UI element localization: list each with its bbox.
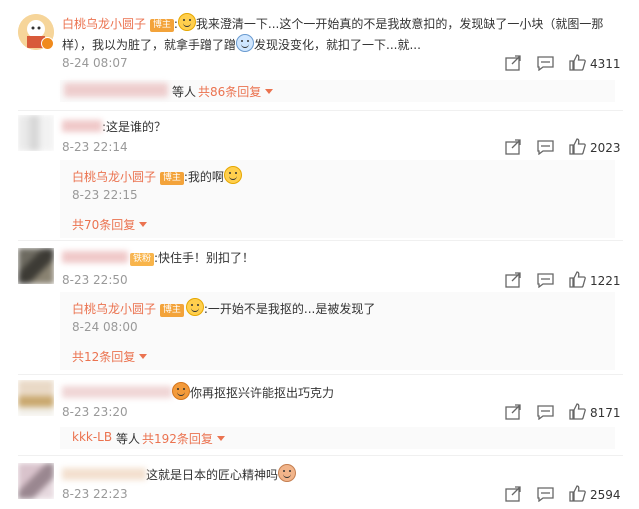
comment-text-line2b: 发现没变化，就扣了一下...就... (254, 38, 421, 52)
vip-icon (41, 37, 54, 50)
comment-date: 8-23 22:50 (62, 273, 128, 287)
replies-link[interactable]: 共70条回复 (72, 216, 148, 233)
comment-date: 8-23 23:20 (62, 405, 128, 419)
avatar (64, 83, 168, 97)
reply-date: 8-23 22:15 (72, 188, 138, 202)
fan-badge: 铁粉 (130, 253, 155, 266)
caret-down-icon (139, 354, 148, 359)
like-icon[interactable] (569, 138, 586, 158)
replies-suffix: 等人 (116, 432, 141, 446)
emoji-icon (236, 34, 255, 52)
comment-text: :快住手！别扣了！ (154, 251, 255, 265)
share-icon[interactable] (505, 272, 522, 291)
avatar[interactable] (18, 380, 54, 416)
like-count: 2594 (590, 488, 621, 502)
reply-date: 8-24 08:00 (72, 320, 138, 334)
comment-icon[interactable] (537, 55, 554, 74)
share-icon[interactable] (505, 404, 522, 423)
reply-body: 白桃乌龙小圆子 博主:我的啊 (72, 166, 242, 186)
like-icon[interactable] (569, 485, 586, 505)
username[interactable] (62, 468, 146, 480)
comment-text: :这是谁的？ (102, 120, 167, 134)
like-count: 4311 (590, 57, 621, 71)
username[interactable] (62, 120, 102, 132)
avatar[interactable] (18, 115, 54, 151)
reply-text: :我的啊 (183, 170, 224, 184)
author-badge: 博主 (159, 172, 184, 185)
share-icon[interactable] (505, 486, 522, 505)
replies-summary: 等人 共86条回复 (60, 80, 615, 102)
replies-link[interactable]: 共12条回复 (72, 348, 148, 365)
comment-date: 8-23 22:14 (62, 140, 128, 154)
avatar[interactable] (18, 463, 54, 499)
comment-body: 白桃乌龙小圆子 博主: 我来澄清一下...这个一开始真的不是我故意扣的，发现缺了一… (62, 13, 607, 55)
reply-block: 白桃乌龙小圆子 博主:我的啊 8-23 22:15 共70条回复 (60, 160, 615, 238)
username[interactable]: 白桃乌龙小圆子 (72, 170, 156, 184)
reply-block: 白桃乌龙小圆子 博主 :一开始不是我抠的...是被发现了 8-24 08:00 共… (60, 292, 615, 370)
author-badge: 博主 (149, 19, 174, 32)
comment-text-line1: 我来澄清一下...这个一开始真的不是我故意扣的，发现缺了一小块（就图一那 (195, 17, 604, 31)
comment-icon[interactable] (537, 404, 554, 423)
comment-body: :这是谁的？ (62, 118, 166, 136)
like-icon[interactable] (569, 271, 586, 291)
comment-date: 8-24 08:07 (62, 56, 128, 70)
emoji-icon (177, 13, 196, 31)
replies-link[interactable]: 共192条回复 (142, 430, 225, 447)
comment-text-line2a: 样），我以为脏了，就拿手蹭了蹭 (62, 38, 237, 52)
comment-body: 这就是日本的匠心精神吗 (62, 464, 297, 484)
username[interactable]: 白桃乌龙小圆子 (62, 17, 146, 31)
comment-text: 你再抠抠兴许能抠出巧克力 (190, 386, 335, 400)
reply-body: 白桃乌龙小圆子 博主 :一开始不是我抠的...是被发现了 (72, 298, 375, 318)
like-icon[interactable] (569, 54, 586, 74)
emoji-icon (223, 166, 242, 184)
like-count: 8171 (590, 406, 621, 420)
author-badge: 博主 (159, 304, 184, 317)
comment-body: 铁粉:快住手！别扣了！ (62, 249, 254, 267)
username[interactable]: kkk-LB (72, 430, 112, 444)
replies-suffix: 等人 (172, 85, 197, 99)
caret-down-icon (216, 436, 225, 441)
comment-date: 8-23 22:23 (62, 487, 128, 501)
caret-down-icon (265, 89, 274, 94)
comment-body: 你再抠抠兴许能抠出巧克力 (62, 382, 334, 402)
avatar[interactable] (18, 248, 54, 284)
replies-link[interactable]: 共86条回复 (198, 83, 274, 100)
like-count: 1221 (590, 274, 621, 288)
replies-summary: kkk-LB 等人 共192条回复 (60, 427, 615, 449)
emoji-icon (185, 298, 204, 316)
comment-icon[interactable] (537, 272, 554, 291)
username[interactable]: 白桃乌龙小圆子 (72, 302, 156, 316)
share-icon[interactable] (505, 55, 522, 74)
emoji-icon (278, 464, 297, 482)
comment-icon[interactable] (537, 486, 554, 505)
caret-down-icon (139, 222, 148, 227)
emoji-icon (172, 382, 190, 400)
comment-icon[interactable] (537, 139, 554, 158)
username[interactable] (62, 251, 128, 263)
share-icon[interactable] (505, 139, 522, 158)
reply-text: :一开始不是我抠的...是被发现了 (203, 302, 376, 316)
like-icon[interactable] (569, 403, 586, 423)
username[interactable] (62, 386, 172, 398)
like-count: 2023 (590, 141, 621, 155)
comment-text: 这就是日本的匠心精神吗 (146, 468, 279, 482)
